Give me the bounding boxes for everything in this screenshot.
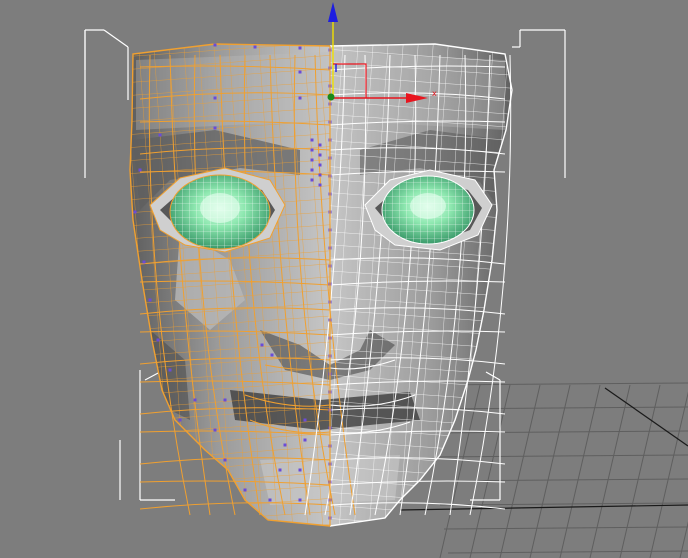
x-axis-label: x xyxy=(432,89,437,98)
perspective-viewport[interactable]: x xyxy=(0,0,688,558)
eyeball-sphere-icon-right[interactable] xyxy=(381,175,475,245)
pivot-point[interactable] xyxy=(327,93,335,101)
z-axis-arrow-icon[interactable] xyxy=(328,2,338,22)
eyeball-sphere-icon[interactable] xyxy=(169,174,271,250)
